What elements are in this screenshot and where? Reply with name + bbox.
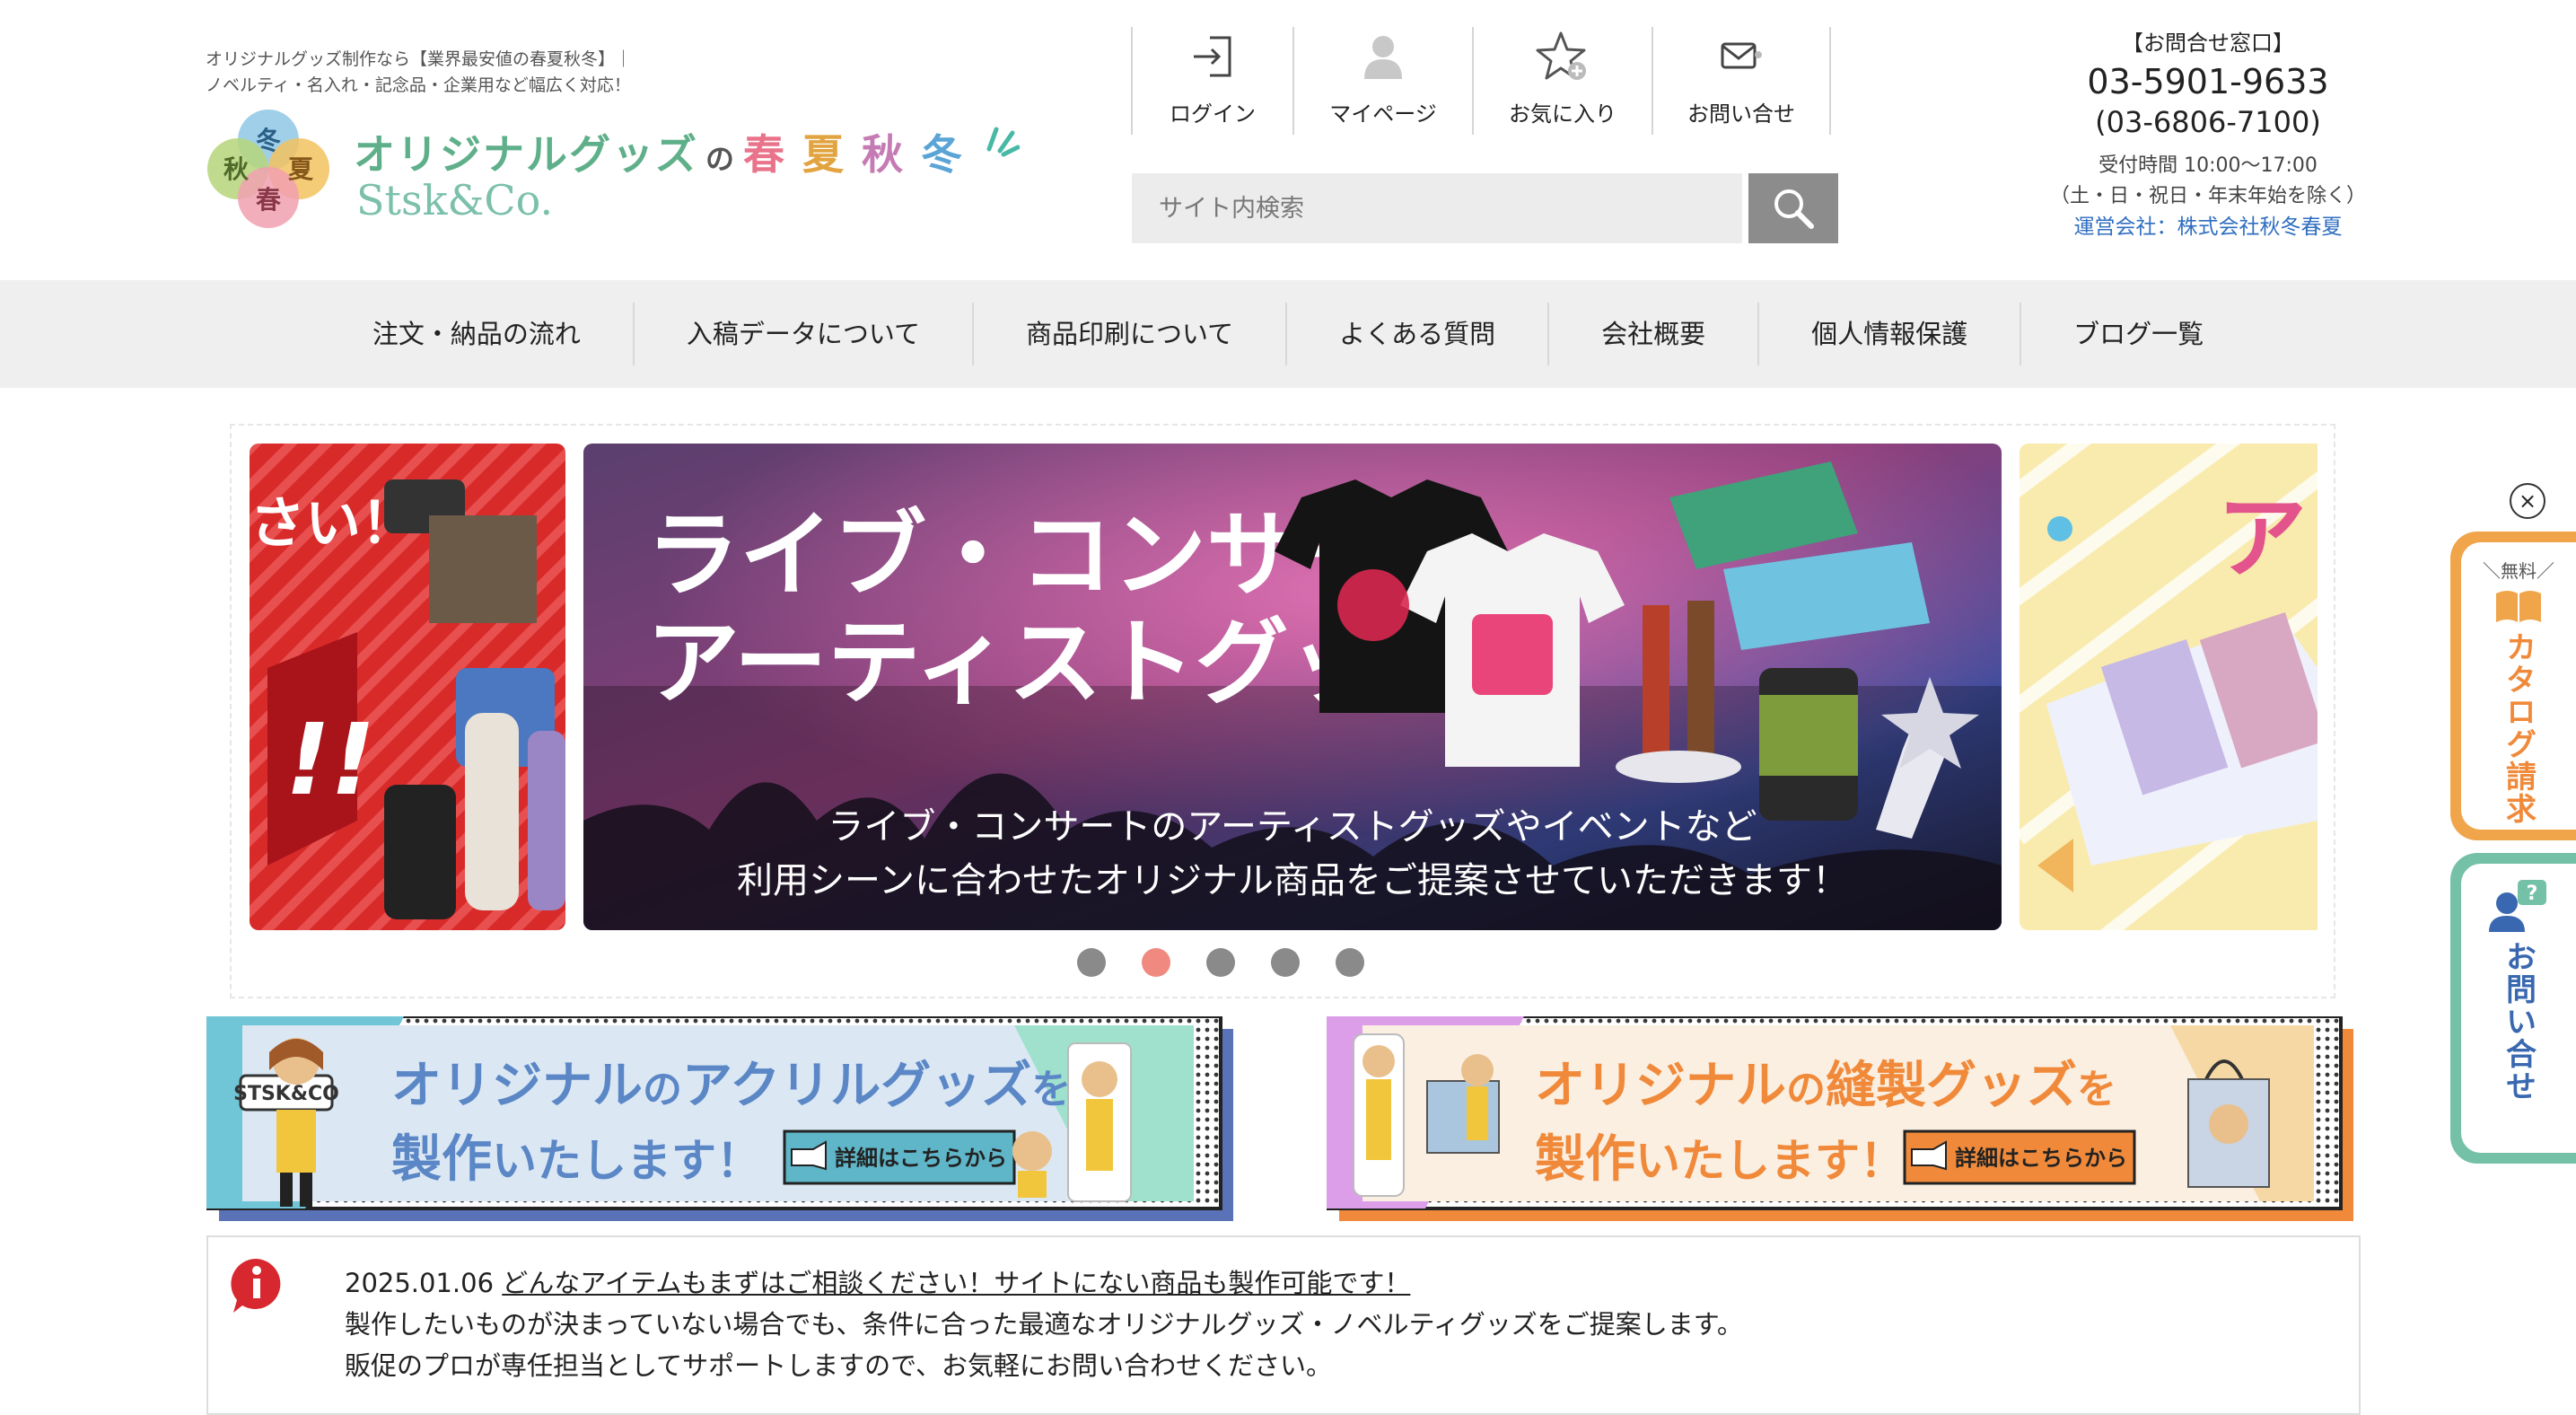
login-icon — [1186, 30, 1240, 83]
svg-text:製作いたします！: 製作いたします！ — [391, 1130, 761, 1189]
tagline-line1: オリジナルグッズ制作なら【業界最安値の春夏秋冬】｜ — [206, 49, 633, 69]
contact-label: 【お問合せ窓口】 — [2122, 31, 2294, 56]
slider-dot-4[interactable] — [1271, 948, 1300, 977]
banner-sewing-goods[interactable]: オリジナルの縫製グッズを 製作いたします！ 詳細はこちらから — [1325, 1015, 2355, 1225]
contact-tel-secondary[interactable]: (03-6806-7100) — [2011, 104, 2405, 140]
nav-faq[interactable]: よくある質問 — [1287, 303, 1550, 365]
svg-text:オリジナルの縫製グッズを: オリジナルの縫製グッズを — [1535, 1057, 2116, 1115]
catalog-book-icon — [2496, 591, 2541, 622]
favorites-label: お気に入り — [1509, 101, 1617, 127]
login-label: ログイン — [1170, 101, 1256, 127]
catalog-free-badge: ＼無料／ — [2483, 560, 2554, 582]
sewing-line1-a: オリジナル — [1535, 1057, 1786, 1115]
site-logo[interactable]: 冬 秋 夏 春 オリジナルグッズの春 夏 秋 冬 Stsk&Co. — [206, 106, 1021, 232]
slide-sub-1: ライブ・コンサートのアーティストグッズやイベントなど — [828, 806, 1757, 848]
sewing-line2-a: 製作 — [1535, 1130, 1635, 1189]
logo-no: の — [705, 142, 737, 176]
acrylic-badge: STSK&CO — [233, 1083, 339, 1105]
contact-hours-line2: （土・日・祝日・年末年始を除く） — [2049, 185, 2366, 207]
contact-hours-line1: 受付時間 10:00〜17:00 — [2098, 154, 2318, 177]
news-content: 2025.01.06 どんなアイテムもまずはご相談ください！サイトにない商品も製… — [345, 1262, 1743, 1386]
company-link[interactable]: 運営会社：株式会社秋冬春夏 — [2011, 212, 2405, 242]
favorite-star-icon — [1536, 30, 1590, 83]
acrylic-line2-a: 製作 — [391, 1130, 492, 1189]
acrylic-line1-a: オリジナル — [391, 1057, 643, 1115]
mypage-label: マイページ — [1329, 101, 1437, 127]
inquiry-person-icon: ? — [2489, 880, 2546, 932]
logo-text-jp: オリジナルグッズの春 夏 秋 冬 — [354, 122, 1021, 181]
logo-text-en: Stsk&Co. — [356, 176, 554, 224]
mail-icon — [1714, 30, 1768, 83]
logo-season-2: 夏 — [802, 130, 846, 179]
contact-tel-primary[interactable]: 03-5901-9633 — [2011, 59, 2405, 104]
logo-char-autumn: 秋 — [223, 154, 250, 184]
header-tagline: オリジナルグッズ制作なら【業界最安値の春夏秋冬】｜ ノベルティ・名入れ・記念品・… — [206, 47, 708, 99]
slider-dot-1[interactable] — [1077, 948, 1106, 977]
nav-privacy[interactable]: 個人情報保護 — [1759, 303, 2022, 365]
inquiry-link[interactable]: お問い合せ — [1652, 27, 1831, 135]
search-icon — [1774, 189, 1814, 229]
sewing-detail-button: 詳細はこちらから — [1955, 1146, 2127, 1171]
slide-main-live-concert[interactable]: ライブ・コンサート アーティストグッズ ライブ・コンサートのアーティストグッズや… — [583, 444, 2002, 930]
global-nav: 注文・納品の流れ 入稿データについて 商品印刷について よくある質問 会社概要 … — [0, 280, 2576, 388]
catalog-request-tab[interactable]: ＼無料／ カタログ請求 — [2450, 532, 2576, 840]
nav-order-flow[interactable]: 注文・納品の流れ — [320, 303, 635, 365]
info-icon — [230, 1257, 284, 1314]
acrylic-detail-button: 詳細はこちらから — [835, 1146, 1007, 1171]
logo-season-4: 冬 — [921, 130, 965, 179]
svg-text:製作いたします！: 製作いたします！ — [1535, 1130, 1905, 1189]
nav-company[interactable]: 会社概要 — [1549, 303, 1760, 365]
logo-char-summer: 夏 — [288, 154, 314, 184]
logo-word: オリジナルグッズ — [354, 130, 698, 179]
inquiry-tab-label: お問い合せ — [2500, 941, 2537, 1103]
catalog-request-label: カタログ請求 — [2500, 631, 2537, 825]
slide-next-text: ア — [2217, 486, 2307, 591]
inquiry-tab[interactable]: ? お問い合せ — [2450, 853, 2576, 1164]
logo-char-winter: 冬 — [256, 126, 281, 155]
search-button[interactable] — [1748, 173, 1838, 243]
logo-mark-icon: 冬 秋 夏 春 — [207, 110, 329, 228]
tagline-line2: ノベルティ・名入れ・記念品・企業用など幅広く対応！ — [206, 75, 631, 95]
sewing-line2-b: いたします！ — [1635, 1135, 1905, 1187]
acrylic-line2-b: いたします！ — [492, 1135, 761, 1187]
mypage-link[interactable]: マイページ — [1292, 27, 1472, 135]
news-date: 2025.01.06 — [345, 1268, 495, 1298]
logo-char-spring: 春 — [256, 185, 281, 215]
slide-prev-mark: !! — [285, 702, 375, 817]
logo-sparkle-icon — [986, 127, 1021, 157]
slide-prev[interactable]: さい！ !! — [250, 444, 565, 930]
news-line2: 製作したいものが決まっていない場合でも、条件に合った最適なオリジナルグッズ・ノベ… — [345, 1309, 1743, 1340]
nav-printing[interactable]: 商品印刷について — [974, 303, 1288, 365]
news-line3: 販促のプロが専任担当としてサポートしますので、お気軽にお問い合わせください。 — [345, 1350, 1332, 1381]
sewing-line1-c: 縫製グッズ — [1826, 1057, 2077, 1115]
header-icon-nav: ログイン マイページ お気に入り お問い合せ — [1131, 27, 1831, 135]
banner-acrylic-goods[interactable]: STSK&CO オリジナルのアクリルグッズを 製作いたします！ 詳細はこちらから — [205, 1015, 1235, 1225]
contact-hours: 受付時間 10:00〜17:00 （土・日・祝日・年末年始を除く） — [2011, 151, 2405, 212]
contact-block: 【お問合せ窓口】 03-5901-9633 (03-6806-7100) 受付時… — [2011, 27, 2405, 242]
site-search-input[interactable] — [1132, 173, 1742, 243]
sewing-line1-d: を — [2077, 1067, 2116, 1112]
nav-data-submission[interactable]: 入稿データについて — [635, 303, 974, 365]
logo-season-3: 秋 — [862, 130, 906, 179]
acrylic-line1-d: を — [1031, 1067, 1071, 1112]
logo-season-1: 春 — [743, 130, 787, 179]
inquiry-question-badge: ? — [2527, 883, 2538, 905]
slider-dot-3[interactable] — [1206, 948, 1235, 977]
svg-text:オリジナルのアクリルグッズを: オリジナルのアクリルグッズを — [391, 1057, 1071, 1115]
slider-dots — [1077, 948, 1364, 977]
login-link[interactable]: ログイン — [1131, 27, 1292, 135]
slide-sub-2: 利用シーンに合わせたオリジナル商品をご提案させていただきます！ — [737, 860, 1848, 901]
slide-next[interactable]: ア — [2020, 444, 2318, 930]
slider-dot-5[interactable] — [1336, 948, 1364, 977]
acrylic-line1-b: の — [643, 1067, 682, 1112]
news-title-link[interactable]: どんなアイテムもまずはご相談ください！サイトにない商品も製作可能です！ — [502, 1268, 1410, 1298]
acrylic-line1-c: アクリルグッズ — [682, 1057, 1031, 1115]
user-icon — [1356, 30, 1410, 83]
nav-blog[interactable]: ブログ一覧 — [2021, 303, 2256, 365]
side-tab-close-button[interactable]: × — [2510, 483, 2545, 519]
sewing-line1-b: の — [1786, 1067, 1826, 1112]
slider-dot-2[interactable] — [1142, 948, 1170, 977]
inquiry-label: お問い合せ — [1687, 101, 1795, 127]
favorites-link[interactable]: お気に入り — [1472, 27, 1652, 135]
